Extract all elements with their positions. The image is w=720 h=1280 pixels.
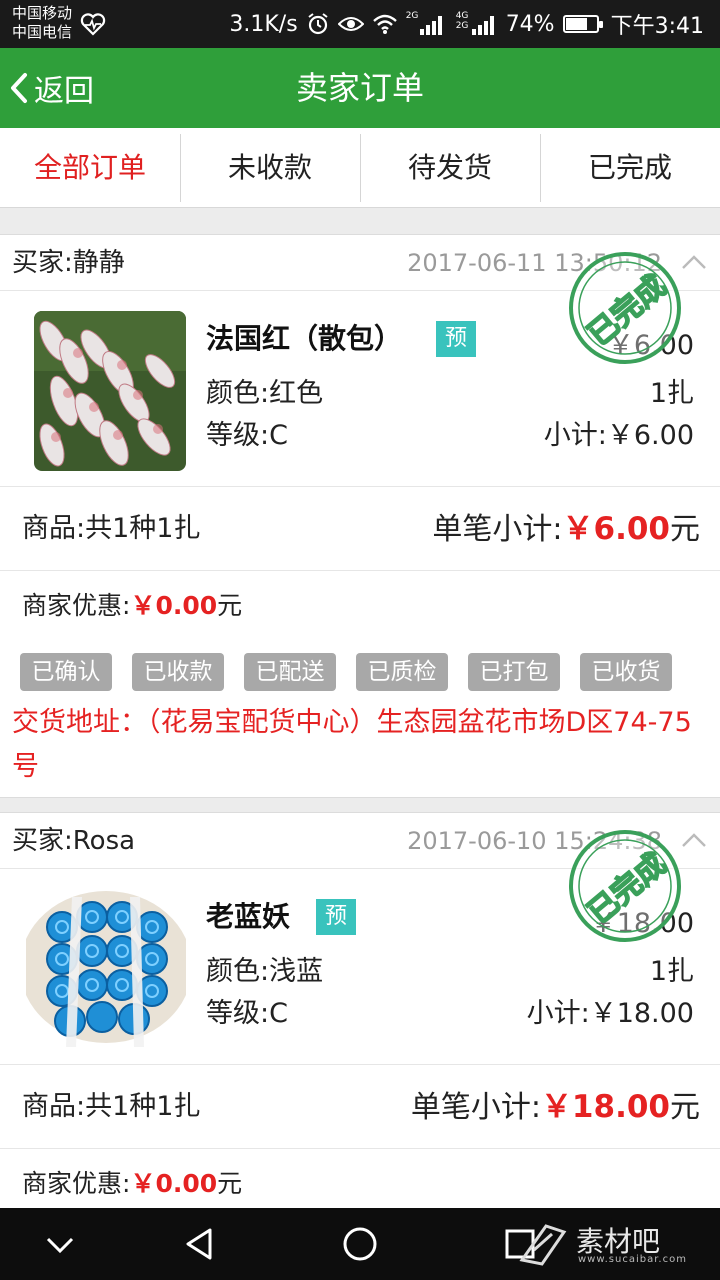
page-title: 卖家订单 <box>295 69 424 107</box>
status-bar: 中国移动 中国电信 3.1K/s 2G 4G 2G 74% 下午3:41 <box>0 0 720 48</box>
watermark: 素材吧 www.sucaibar.com <box>516 1220 696 1270</box>
battery-icon <box>562 15 603 33</box>
tab-unpaid[interactable]: 未收款 <box>180 128 360 208</box>
order-summary: 商品:共1种1扎 单笔小计:￥18.00元 <box>0 1065 720 1149</box>
order-card[interactable]: 买家:Rosa 2017-06-10 15:24:38 老蓝妖 预 颜色:浅蓝 … <box>0 812 720 1212</box>
status-tag-delivered: 已配送 <box>244 653 336 691</box>
carrier-2: 中国电信 <box>12 23 73 41</box>
order-total-amount: ￥18.00 <box>540 1089 670 1125</box>
goods-count: 商品:共1种1扎 <box>22 513 201 544</box>
product-color: 颜色:红色 <box>206 378 324 409</box>
merchant-discount: 商家优惠:￥0.00元 <box>22 571 242 641</box>
carrier-1: 中国移动 <box>12 4 73 22</box>
heart-rate-icon <box>80 13 106 36</box>
chevron-left-icon <box>11 73 27 103</box>
clock: 下午3:41 <box>610 14 704 39</box>
goods-count: 商品:共1种1扎 <box>22 1091 201 1122</box>
status-tag-inspected: 已质检 <box>356 653 448 691</box>
status-tag-received: 已收货 <box>580 653 672 691</box>
buyer-name: 买家:静静 <box>12 248 125 278</box>
signal-icon-1: 2G <box>406 11 448 37</box>
tab-all-orders[interactable]: 全部订单 <box>0 128 180 208</box>
discount-row: 商家优惠:￥0.00元 <box>0 571 720 641</box>
product-name: 法国红（散包） <box>206 322 403 355</box>
battery-fill <box>565 18 588 30</box>
preorder-tag: 预 <box>316 899 356 935</box>
discount-unit: 元 <box>217 591 243 620</box>
status-right: 3.1K/s 2G 4G 2G 74% 下午3:41 <box>229 0 704 48</box>
watermark-logo-icon <box>519 1224 567 1266</box>
completed-stamp: 已完成 <box>569 830 681 942</box>
product-subtotal: 小计:￥6.00 <box>543 420 694 451</box>
chevron-up-icon[interactable] <box>680 249 708 277</box>
completed-stamp: 已完成 <box>569 252 681 364</box>
order-total-label: 单笔小计: <box>410 1090 541 1125</box>
alarm-icon <box>308 13 328 35</box>
back-triangle-icon[interactable] <box>180 1224 220 1264</box>
order-total-unit: 元 <box>670 1090 700 1125</box>
tab-to-ship[interactable]: 待发货 <box>360 128 540 208</box>
discount-unit: 元 <box>217 1169 243 1198</box>
product-name: 老蓝妖 <box>206 900 291 933</box>
status-tag-packed: 已打包 <box>468 653 560 691</box>
product-grade: 等级:C <box>206 998 288 1029</box>
product-image-red-flower[interactable] <box>34 311 186 471</box>
network-speed: 3.1K/s <box>229 11 298 37</box>
order-total-label: 单笔小计: <box>432 512 563 547</box>
title-bar: 卖家订单 返回 <box>0 48 720 128</box>
signal-icon-2: 4G 2G <box>456 11 498 37</box>
battery-percent: 74% <box>505 11 555 37</box>
product-quantity: 1扎 <box>649 956 694 987</box>
product-image-blue-roses[interactable] <box>26 887 186 1047</box>
back-label: 返回 <box>34 74 94 109</box>
product-color: 颜色:浅蓝 <box>206 956 324 987</box>
chevron-down-icon[interactable] <box>40 1224 80 1264</box>
order-card[interactable]: 买家:静静 2017-06-11 13:50:12 法国红（散包） 预 颜色:红… <box>0 234 720 798</box>
product-grade: 等级:C <box>206 420 288 451</box>
discount-amount: ￥0.00 <box>130 591 218 620</box>
product-quantity: 1扎 <box>649 378 694 409</box>
product-subtotal: 小计:￥18.00 <box>526 998 694 1029</box>
back-button[interactable]: 返回 <box>8 48 94 128</box>
delivery-address: 交货地址：（花易宝配货中心）生态园盆花市场D区74-75号 <box>12 707 692 782</box>
discount-amount: ￥0.00 <box>130 1169 218 1198</box>
system-nav-bar: 素材吧 www.sucaibar.com <box>0 1208 720 1280</box>
eye-icon <box>337 17 364 31</box>
wifi-icon <box>372 14 397 34</box>
status-tag-paid: 已收款 <box>132 653 224 691</box>
chevron-up-icon[interactable] <box>680 827 708 855</box>
order-total-amount: ￥6.00 <box>562 511 671 547</box>
tab-completed[interactable]: 已完成 <box>540 128 720 208</box>
preorder-tag: 预 <box>436 321 476 357</box>
discount-label: 商家优惠: <box>22 1169 131 1198</box>
buyer-name: 买家:Rosa <box>12 826 136 856</box>
order-status-tags: 已确认 已收款 已配送 已质检 已打包 已收货 <box>0 641 720 695</box>
order-total: 单笔小计:￥6.00元 <box>432 487 700 572</box>
carrier-info: 中国移动 中国电信 <box>12 4 72 42</box>
order-tabs: 全部订单 未收款 待发货 已完成 <box>0 128 720 208</box>
discount-label: 商家优惠: <box>22 591 131 620</box>
home-circle-icon[interactable] <box>340 1224 380 1264</box>
watermark-url: www.sucaibar.com <box>578 1254 687 1265</box>
order-total: 单笔小计:￥18.00元 <box>411 1065 700 1150</box>
order-summary: 商品:共1种1扎 单笔小计:￥6.00元 <box>0 487 720 571</box>
order-total-unit: 元 <box>670 512 700 547</box>
status-tag-confirmed: 已确认 <box>20 653 112 691</box>
